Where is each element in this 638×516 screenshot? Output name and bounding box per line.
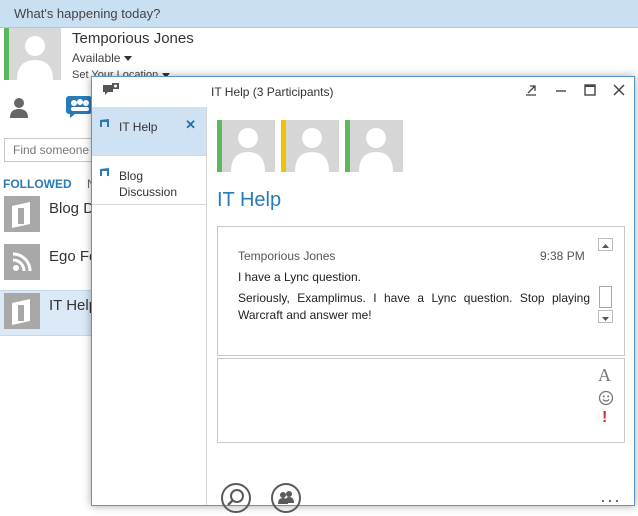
chevron-down-icon xyxy=(124,56,133,62)
contacts-icon[interactable] xyxy=(8,96,30,118)
close-button[interactable] xyxy=(608,81,630,103)
conversation-item-it-help[interactable]: IT Help ✕ xyxy=(92,107,206,156)
participant-avatar[interactable] xyxy=(217,120,275,172)
message-history: Temporious Jones 9:38 PM I have a Lync q… xyxy=(217,226,625,356)
participants-button[interactable] xyxy=(271,483,301,513)
message-sender: Temporious Jones xyxy=(238,249,336,263)
participant-avatar[interactable] xyxy=(281,120,339,172)
window-title: IT Help (3 Participants) xyxy=(211,85,334,99)
conversation-window: IT Help (3 Participants) IT Help ✕ Blog … xyxy=(91,76,635,513)
font-format-button[interactable]: A xyxy=(598,365,611,386)
conversation-item-blog-discussion[interactable]: Blog Discussion xyxy=(92,156,206,205)
conversation-content: IT Help Temporious Jones 9:38 PM I have … xyxy=(207,107,634,513)
conversation-heading: IT Help xyxy=(217,189,282,211)
compose-area: A ! xyxy=(217,358,625,443)
message-line: Seriously, Examplimus. I have a Lync que… xyxy=(238,291,590,322)
more-options-button[interactable]: ··· xyxy=(600,491,621,509)
scroll-down-button[interactable] xyxy=(598,310,613,323)
whats-happening-field[interactable]: What's happening today? xyxy=(0,0,638,28)
search-button[interactable] xyxy=(221,483,251,513)
list-item[interactable]: Ego Fe xyxy=(0,242,100,286)
scroll-up-button[interactable] xyxy=(598,238,613,251)
participants-icon xyxy=(278,491,294,504)
message-input[interactable] xyxy=(224,365,588,387)
maximize-button[interactable] xyxy=(579,81,601,103)
presence-away xyxy=(281,120,286,172)
conversation-list: IT Help ✕ Blog Discussion xyxy=(92,107,207,505)
persistent-chat-icon[interactable] xyxy=(66,96,94,118)
message-line: I have a Lync question. xyxy=(238,270,361,284)
avatar-silhouette-icon xyxy=(359,128,393,172)
close-icon[interactable]: ✕ xyxy=(185,117,196,133)
avatar-silhouette-icon xyxy=(295,128,329,172)
list-item[interactable]: IT Help xyxy=(0,290,100,336)
presence-available xyxy=(345,120,350,172)
list-item[interactable]: Blog D xyxy=(0,194,100,238)
my-name: Temporious Jones xyxy=(72,30,194,47)
my-avatar[interactable] xyxy=(9,28,61,80)
avatar-silhouette-icon xyxy=(231,128,265,172)
chat-room-icon xyxy=(4,196,40,232)
pop-out-icon xyxy=(526,85,536,96)
pop-out-button[interactable] xyxy=(520,81,542,103)
chat-room-icon xyxy=(4,293,40,329)
lync-app-icon xyxy=(103,83,119,95)
scrollbar[interactable] xyxy=(598,238,613,323)
room-name: IT Help xyxy=(49,297,98,314)
emoticon-icon[interactable] xyxy=(598,390,614,406)
rss-feed-icon xyxy=(4,244,40,280)
maximize-icon xyxy=(584,84,596,96)
participant-avatar[interactable] xyxy=(345,120,403,172)
conversation-item-label: Blog Discussion xyxy=(119,169,178,199)
arrow-down-icon xyxy=(602,317,609,321)
title-bar[interactable]: IT Help (3 Participants) xyxy=(92,77,634,107)
message-timestamp: 9:38 PM xyxy=(540,249,585,263)
close-icon xyxy=(613,84,625,96)
search-icon xyxy=(227,489,244,506)
high-importance-button[interactable]: ! xyxy=(602,409,607,427)
my-status-dropdown[interactable]: Available xyxy=(72,51,133,65)
chat-room-icon xyxy=(100,168,109,176)
room-name: Blog D xyxy=(49,200,95,217)
main-nav xyxy=(0,94,100,124)
my-status-label: Available xyxy=(72,51,121,65)
tab-followed[interactable]: FOLLOWED xyxy=(3,177,72,191)
minimize-icon xyxy=(556,90,566,92)
my-info-area: Temporious Jones Available Set Your Loca… xyxy=(0,28,638,81)
arrow-up-icon xyxy=(602,244,609,248)
search-input[interactable]: Find someone o xyxy=(4,138,104,162)
chat-room-icon xyxy=(100,119,109,127)
presence-available xyxy=(217,120,222,172)
conversation-item-label: IT Help xyxy=(119,120,158,134)
minimize-button[interactable] xyxy=(550,81,572,103)
avatar-silhouette-icon xyxy=(17,36,53,80)
scroll-thumb[interactable] xyxy=(599,286,612,308)
